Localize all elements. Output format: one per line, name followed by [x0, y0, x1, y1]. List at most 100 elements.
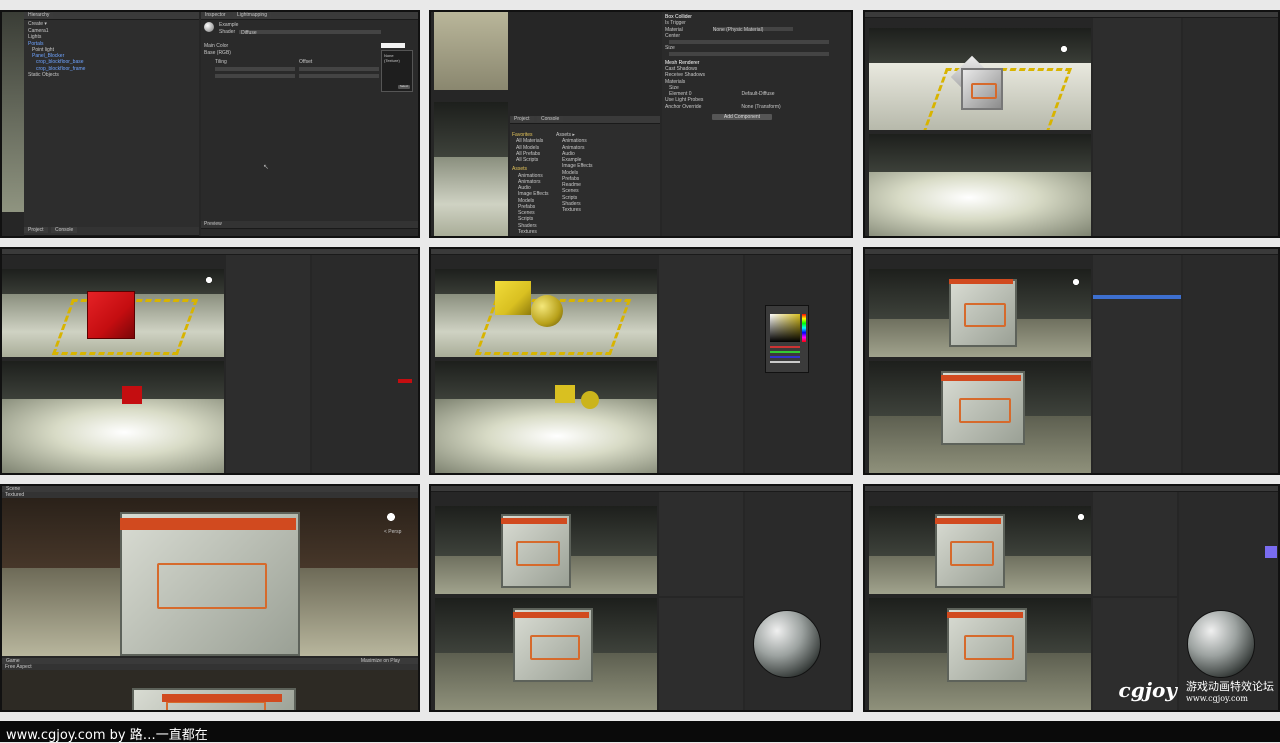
yellow-cube[interactable] [495, 281, 531, 315]
tile-red-cube [0, 247, 420, 475]
hierarchy-panel [1093, 18, 1181, 236]
tab-inspector[interactable]: Inspector [201, 12, 230, 19]
scene-view-top[interactable] [434, 12, 508, 90]
tab-hierarchy[interactable]: Hierarchy [24, 12, 54, 19]
scene-view[interactable] [2, 269, 224, 357]
tile-crate-material [429, 484, 853, 712]
project-panel: Project Console Favorites All Materials … [510, 116, 660, 236]
color-picker[interactable] [765, 305, 809, 373]
game-view[interactable] [2, 361, 224, 473]
material-thumbnail [204, 22, 214, 32]
inspector-panel: Box Collider Is Trigger Material None (Ph… [662, 12, 851, 236]
hierarchy-panel [1093, 492, 1177, 596]
tiling-y-field[interactable] [215, 73, 295, 78]
scene-gizmo-icon[interactable] [1069, 275, 1083, 289]
none-texture-label: None (Texture) [384, 53, 400, 63]
hierarchy-panel: Hierarchy Create ▾ Camera1 Lights Portal… [24, 12, 199, 236]
material-label: Material [665, 26, 683, 33]
game-view[interactable] [435, 598, 657, 710]
hierarchy-item[interactable]: crop_blockfloor_frame [28, 66, 85, 72]
size-field[interactable] [669, 52, 829, 57]
red-cube[interactable] [87, 291, 135, 339]
tile-grey-cube [863, 10, 1280, 238]
physic-material-field[interactable]: None (Physic Material) [712, 27, 793, 33]
watermark-logo: cgjoy [1118, 678, 1177, 702]
shader-dropdown[interactable]: Diffuse [239, 29, 382, 36]
tile-project-browser: Project Console Favorites All Materials … [429, 10, 853, 238]
cgjoy-watermark: cgjoy 游戏动画特效论坛 www.cgjoy.com [1119, 678, 1274, 703]
game-view[interactable] [435, 361, 657, 473]
inspector-panel [745, 492, 851, 710]
preview-label: Preview [204, 221, 222, 227]
scene-view-sliver[interactable] [2, 12, 24, 212]
asset-folder-item[interactable]: Image Effects [512, 191, 552, 197]
yellow-sphere[interactable] [531, 295, 563, 327]
tile-yellow-objects [429, 247, 853, 475]
scene-gizmo-icon[interactable] [382, 508, 400, 526]
tab-project[interactable]: Project [24, 227, 48, 234]
favorite-item[interactable]: All Scripts [512, 157, 552, 163]
hierarchy-panel [1093, 255, 1181, 473]
persp-label: < Persp [384, 529, 402, 535]
inspector-panel [312, 255, 418, 473]
anchor-override-field[interactable]: None (Transform) [741, 104, 780, 110]
material-preview-sphere [1187, 610, 1255, 678]
tile-crate-mesh [863, 247, 1280, 475]
base-rgb-label: Base (RGB) [204, 50, 231, 56]
center-field[interactable] [669, 39, 829, 44]
tab-console[interactable]: Console [50, 227, 78, 234]
main-color-swatch[interactable] [381, 43, 405, 48]
scene-view[interactable]: < Persp [2, 498, 418, 656]
selected-row[interactable] [1093, 295, 1181, 299]
hierarchy-panel [226, 255, 310, 473]
tile-inspector-material: Hierarchy Create ▾ Camera1 Lights Portal… [0, 10, 420, 238]
tab-lightmapping[interactable]: Lightmapping [232, 12, 271, 19]
game-view[interactable] [869, 361, 1091, 473]
game-view[interactable] [869, 134, 1091, 236]
hierarchy-item[interactable]: Static Objects [28, 72, 85, 78]
main-color-label: Main Color [204, 43, 229, 49]
default-diffuse-field[interactable]: Default-Diffuse [742, 91, 775, 97]
mouse-cursor-icon: ↖ [263, 164, 269, 171]
footer-bar: www.cgjoy.com by 路…一直都在 [0, 721, 1280, 743]
color-swatch[interactable] [1265, 546, 1277, 558]
hierarchy-panel [659, 492, 743, 596]
offset-y-field[interactable] [299, 73, 379, 78]
tile-scene-large: Scene Textured < Persp Game Maximize on … [0, 484, 420, 712]
scene-view[interactable] [869, 28, 1091, 130]
scene-view[interactable] [435, 269, 657, 357]
asset-grid-item[interactable]: Textures [556, 207, 656, 213]
tiling-x-field[interactable] [215, 66, 295, 71]
footer-credit: www.cgjoy.com by 路…一直都在 [6, 728, 208, 743]
scene-view[interactable] [869, 506, 1091, 594]
element0-label: Element 0 [669, 91, 692, 97]
anchor-override-label: Anchor Override [665, 103, 702, 110]
scene-view[interactable] [435, 506, 657, 594]
scene-gizmo-icon[interactable] [202, 273, 216, 287]
material-name: Example [219, 22, 239, 28]
material-preview-sphere [753, 610, 821, 678]
scene-gizmo-icon[interactable] [1057, 42, 1071, 56]
asset-folder-item[interactable]: Textures [512, 229, 552, 235]
watermark-cn: 游戏动画特效论坛 [1186, 680, 1274, 693]
texture-slot[interactable]: None (Texture) Select [381, 50, 413, 92]
game-view[interactable] [434, 102, 508, 236]
game-view[interactable] [869, 598, 1091, 710]
scene-gizmo-icon[interactable] [1074, 510, 1088, 524]
hierarchy-panel [659, 255, 743, 473]
offset-label: Offset [299, 59, 313, 65]
tab-project[interactable]: Project [510, 116, 534, 123]
watermark-url: www.cgjoy.com [1186, 694, 1248, 703]
add-component-button[interactable]: Add Component [712, 114, 772, 120]
offset-x-field[interactable] [299, 66, 379, 71]
create-dropdown[interactable]: Create ▾ [28, 21, 47, 27]
hierarchy-item[interactable]: crop_blockfloor_base [28, 59, 85, 65]
tiling-label: Tiling [215, 59, 227, 65]
shader-label: Shader [219, 29, 236, 35]
tab-console[interactable]: Console [536, 116, 564, 123]
scene-view[interactable] [869, 269, 1091, 357]
inspector-panel [1183, 255, 1278, 473]
select-button[interactable]: Select [398, 84, 410, 89]
game-view[interactable] [2, 670, 418, 710]
project-panel [659, 598, 743, 710]
